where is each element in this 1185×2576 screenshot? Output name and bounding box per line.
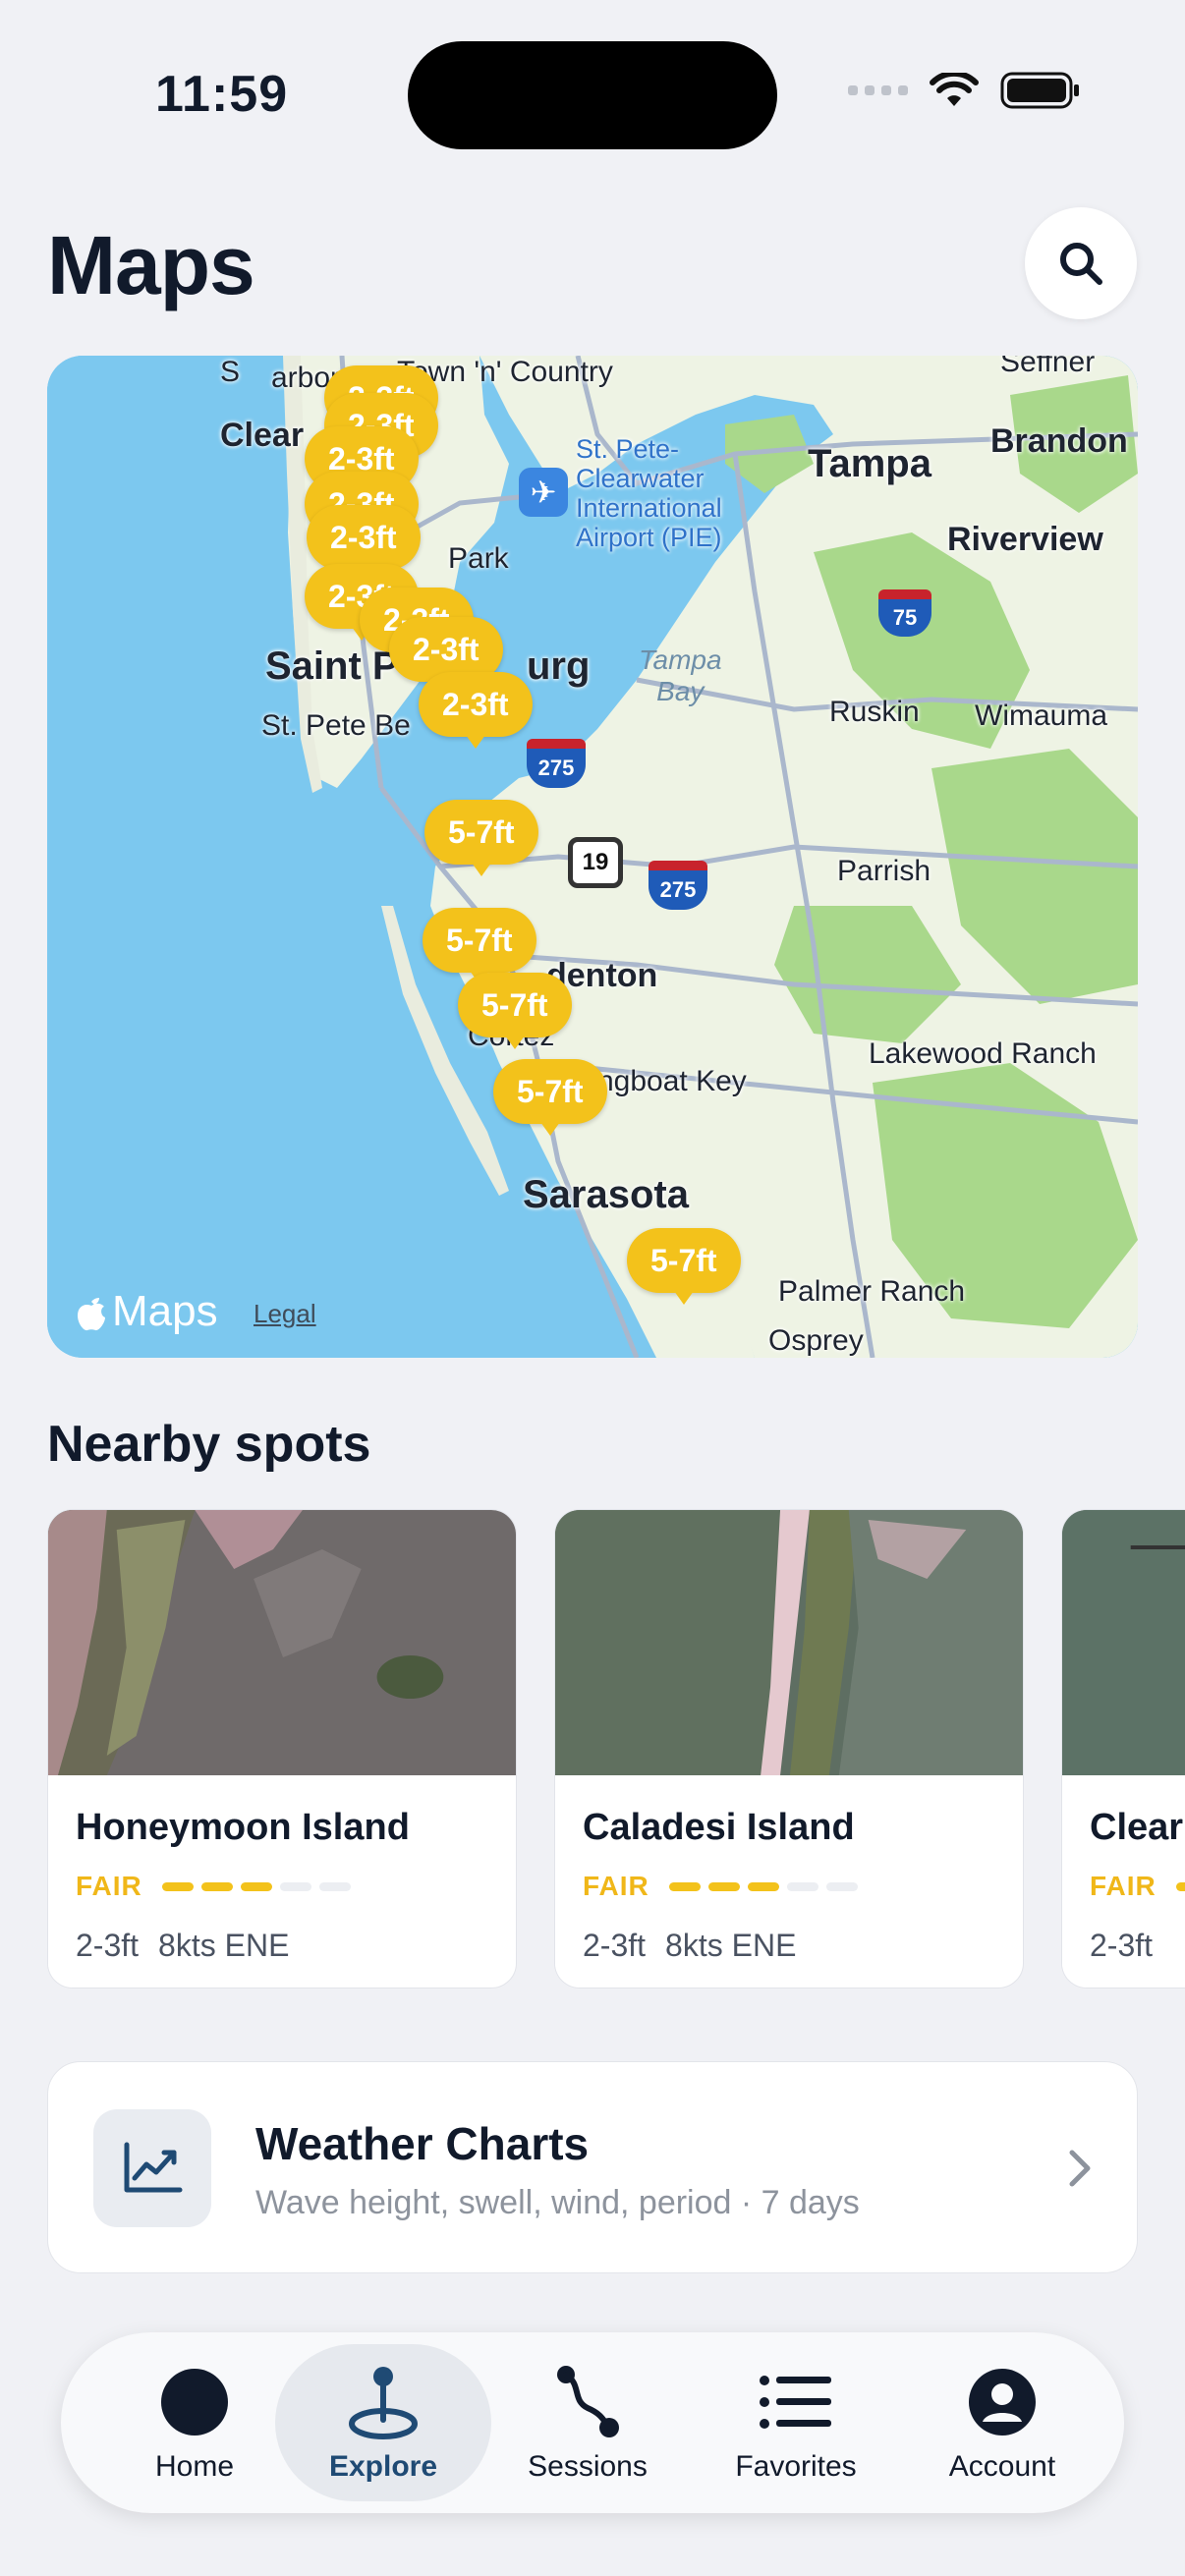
map-label-palmer-ranch: Palmer Ranch — [778, 1275, 966, 1308]
map-label-wimauma: Wimauma — [975, 700, 1108, 732]
spot-rating-bars — [161, 1881, 351, 1891]
map-view[interactable]: S arbor Town 'n' Country Seffner Clear S… — [47, 356, 1138, 1358]
map-pin-icon — [339, 2358, 427, 2446]
map-label-park: Park — [448, 542, 509, 575]
tab-explore[interactable]: Explore — [275, 2344, 491, 2501]
spot-wave-height: 2-3ft — [583, 1928, 647, 1963]
spot-wave-height: 2-3ft — [1090, 1928, 1154, 1963]
tab-account[interactable]: Account — [894, 2344, 1110, 2501]
spot-satellite-image — [555, 1510, 1023, 1775]
weather-charts-title: Weather Charts — [255, 2118, 590, 2169]
tab-label: Home — [154, 2450, 235, 2483]
spot-wave-height: 2-3ft — [76, 1928, 140, 1963]
spot-rating-bars — [1175, 1881, 1185, 1891]
map-label-clearwater: Clear — [220, 417, 305, 454]
surf-pin[interactable]: 5-7ft — [423, 908, 536, 984]
map-label-airport: St. Pete- Clearwater International Airpo… — [576, 434, 722, 552]
map-label-ruskin: Ruskin — [829, 696, 920, 728]
search-button[interactable] — [1025, 207, 1137, 319]
map-label-riverview: Riverview — [947, 521, 1103, 558]
chevron-right-icon — [1069, 2150, 1091, 2187]
surf-pin[interactable]: 5-7ft — [424, 800, 538, 876]
map-label-st-pete-beach: St. Pete Be — [261, 709, 411, 742]
cellular-signal-icon — [848, 85, 908, 95]
airport-icon: ✈ — [519, 468, 568, 517]
spot-wind: 8kts ENE — [665, 1928, 797, 1963]
spot-rating-bars — [668, 1881, 858, 1891]
legal-link[interactable]: Legal — [254, 1299, 316, 1329]
surf-pin[interactable]: 5-7ft — [627, 1228, 741, 1305]
nearby-spots-carousel[interactable]: Honeymoon Island FAIR 2-3ft 8kts ENE Cal… — [47, 1509, 1185, 1990]
nearby-spots-title: Nearby spots — [47, 1416, 371, 1473]
map-label-saint-pete-end: urg — [527, 644, 591, 688]
interstate-shield: 275 — [527, 739, 586, 788]
map-label-tampa: Tampa — [808, 442, 931, 485]
map-label-saint-pete: Saint P — [265, 644, 399, 688]
weather-charts-subtitle: Wave height, swell, wind, period · 7 day… — [255, 2184, 860, 2221]
weather-charts-card[interactable]: Weather Charts Wave height, swell, wind,… — [47, 2061, 1138, 2273]
map-label-seffner: Seffner — [1000, 356, 1096, 378]
list-icon — [752, 2358, 840, 2446]
spot-rating-label: FAIR — [76, 1871, 142, 1901]
spot-name: Caladesi Island — [583, 1807, 855, 1848]
status-icons — [848, 71, 1081, 110]
spot-wind: 8kts ENE — [158, 1928, 290, 1963]
spot-card[interactable]: Honeymoon Island FAIR 2-3ft 8kts ENE — [47, 1509, 517, 1988]
spot-rating-label: FAIR — [583, 1871, 649, 1901]
spot-card[interactable]: Caladesi Island FAIR 2-3ft 8kts ENE — [554, 1509, 1024, 1988]
tab-label: Explore — [328, 2450, 438, 2483]
search-icon — [1060, 243, 1102, 285]
tab-label: Account — [948, 2450, 1056, 2483]
apple-maps-attribution: Maps — [75, 1287, 218, 1336]
map-label-tampa-bay: Tampa Bay — [639, 644, 722, 706]
surf-pin[interactable]: 2-3ft — [307, 505, 421, 582]
map-label-longboat-key: ngboat Key — [597, 1065, 747, 1097]
map-label-parrish: Parrish — [837, 855, 931, 887]
spot-satellite-image — [48, 1510, 516, 1775]
spot-name: Honeymoon Island — [76, 1807, 410, 1848]
tab-label: Favorites — [735, 2450, 857, 2483]
map-label-osprey: Osprey — [768, 1324, 864, 1357]
person-icon — [958, 2358, 1046, 2446]
us-route-shield: 19 — [568, 837, 623, 888]
page-title: Maps — [47, 219, 255, 311]
spot-rating-label: FAIR — [1090, 1871, 1157, 1901]
map-label-brandon: Brandon — [990, 422, 1128, 460]
spot-card[interactable]: Clear FAIR 2-3ft — [1061, 1509, 1185, 1988]
interstate-shield: 75 — [878, 589, 931, 637]
surf-pin[interactable]: 5-7ft — [493, 1059, 607, 1136]
spot-satellite-image — [1062, 1510, 1185, 1775]
route-icon — [543, 2358, 632, 2446]
tab-bar: Home Explore Sessions Favorites Account — [61, 2332, 1124, 2513]
chart-trend-icon — [93, 2109, 211, 2227]
apple-logo-icon — [78, 1298, 105, 1331]
maps-wordmark: Maps — [112, 1287, 218, 1335]
dynamic-island — [408, 41, 777, 149]
home-circle-icon — [150, 2358, 239, 2446]
tab-favorites[interactable]: Favorites — [688, 2344, 904, 2501]
tab-sessions[interactable]: Sessions — [480, 2344, 696, 2501]
map-label-lakewood-ranch: Lakewood Ranch — [869, 1037, 1097, 1070]
tab-home[interactable]: Home — [86, 2344, 303, 2501]
surf-pin[interactable]: 5-7ft — [458, 973, 572, 1049]
spot-name: Clear — [1090, 1807, 1184, 1848]
tab-label: Sessions — [528, 2450, 648, 2483]
map-label-sarasota: Sarasota — [523, 1173, 689, 1216]
status-time: 11:59 — [155, 66, 289, 123]
wifi-icon — [930, 73, 979, 106]
battery-icon — [1000, 72, 1079, 109]
surf-pin[interactable]: 2-3ft — [419, 672, 533, 749]
interstate-shield: 275 — [649, 861, 707, 910]
map-label-s: S — [220, 356, 241, 388]
